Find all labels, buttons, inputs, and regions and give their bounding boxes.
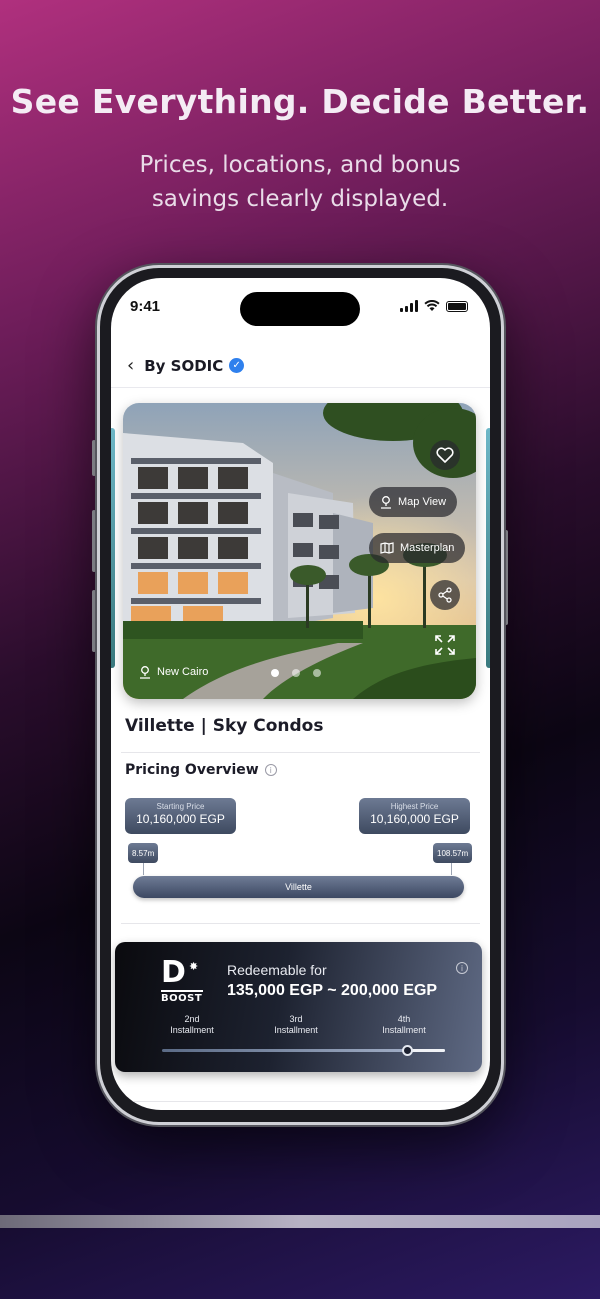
pricing-overview-title: Pricing Overview i: [125, 762, 277, 778]
dynamic-island: [240, 292, 360, 326]
min-tick-line: [143, 863, 144, 875]
signal-icon: [400, 300, 418, 312]
bottom-accent-bar: [0, 1215, 600, 1228]
installment-2: 2nd Installment: [162, 1014, 222, 1036]
starting-price-value: 10,160,000 EGP: [136, 812, 225, 826]
divider: [121, 923, 480, 924]
boost-logo: D ✸ BOOST: [161, 958, 203, 1004]
map-pin-icon: [381, 496, 391, 509]
boost-card[interactable]: D ✸ BOOST Redeemable for 135,000 EGP ~ 2…: [115, 942, 482, 1072]
boost-progress-knob[interactable]: [402, 1045, 413, 1056]
location-label: New Cairo: [157, 666, 209, 678]
installment-num: 3rd: [289, 1014, 303, 1024]
max-price-tick: 108.57m: [433, 843, 473, 863]
phone-mute-switch: [92, 440, 96, 476]
divider: [121, 1101, 480, 1102]
map-fold-icon: [380, 542, 394, 554]
prev-card-peek[interactable]: [111, 428, 115, 668]
starting-price-label: Starting Price: [156, 802, 205, 811]
installment-label: Installment: [382, 1025, 426, 1035]
installment-num: 2nd: [184, 1014, 200, 1024]
phone-power-button: [504, 530, 508, 625]
project-hero-image[interactable]: Map View Masterplan New Cairo: [123, 403, 476, 699]
heart-icon: [436, 447, 454, 463]
installment-label: Installment: [274, 1025, 318, 1035]
expand-icon: [435, 635, 455, 655]
fullscreen-button[interactable]: [433, 633, 457, 657]
redeemable-label: Redeemable for: [227, 962, 327, 978]
share-icon: [438, 587, 452, 603]
starting-price-box: Starting Price 10,160,000 EGP: [125, 798, 236, 834]
installment-4: 4th Installment: [374, 1014, 434, 1036]
carousel-dot[interactable]: [292, 669, 300, 677]
redeemable-range: 135,000 EGP ~ 200,000 EGP: [227, 982, 438, 999]
favorite-button[interactable]: [430, 440, 460, 470]
headline: See Everything. Decide Better.: [10, 82, 590, 121]
highest-price-label: Highest Price: [390, 802, 439, 811]
info-icon[interactable]: i: [264, 764, 277, 776]
location-pin-icon: [140, 666, 150, 679]
carousel-dot[interactable]: [313, 669, 321, 677]
carousel-dots[interactable]: [271, 669, 321, 677]
max-tick-line: [451, 863, 452, 875]
chevron-left-icon[interactable]: ‹: [127, 355, 134, 376]
developer-title: By SODIC: [144, 356, 224, 375]
masterplan-label: Masterplan: [400, 542, 455, 554]
highest-price-value: 10,160,000 EGP: [370, 812, 459, 826]
status-icons: [400, 300, 468, 312]
carousel-dot[interactable]: [271, 669, 279, 677]
location-tag: New Cairo: [139, 665, 208, 679]
top-nav: ‹ By SODIC ✓: [111, 344, 490, 388]
subline: Prices, locations, and bonus savings cle…: [139, 152, 461, 212]
price-range-bar[interactable]: Villette: [133, 876, 464, 898]
wifi-icon: [424, 300, 440, 311]
project-title: Villette | Sky Condos: [125, 716, 324, 736]
pricing-overview-label: Pricing Overview: [125, 762, 259, 778]
battery-icon: [446, 300, 468, 312]
min-price-tick: 8.57m: [128, 843, 159, 863]
info-icon[interactable]: i: [456, 962, 468, 974]
share-button[interactable]: [430, 580, 460, 610]
installment-label: Installment: [170, 1025, 214, 1035]
boost-logo-word: BOOST: [161, 990, 203, 1004]
phone-screen: 9:41 ‹ By SODIC ✓ Map View Masterplan Ne…: [111, 278, 490, 1110]
status-time: 9:41: [130, 298, 161, 315]
masterplan-button[interactable]: Masterplan: [369, 533, 466, 563]
phone-volume-up: [92, 510, 96, 572]
map-view-button[interactable]: Map View: [369, 487, 458, 517]
verified-badge-icon: ✓: [229, 358, 245, 373]
highest-price-box: Highest Price 10,160,000 EGP: [359, 798, 470, 834]
sparkle-icon: ✸: [189, 960, 199, 973]
divider: [121, 752, 480, 753]
installment-num: 4th: [397, 1014, 411, 1024]
phone-volume-down: [92, 590, 96, 652]
map-view-label: Map View: [398, 496, 447, 508]
next-card-peek[interactable]: [486, 428, 490, 668]
boost-logo-letter: D: [161, 955, 186, 990]
installment-3: 3rd Installment: [266, 1014, 326, 1036]
